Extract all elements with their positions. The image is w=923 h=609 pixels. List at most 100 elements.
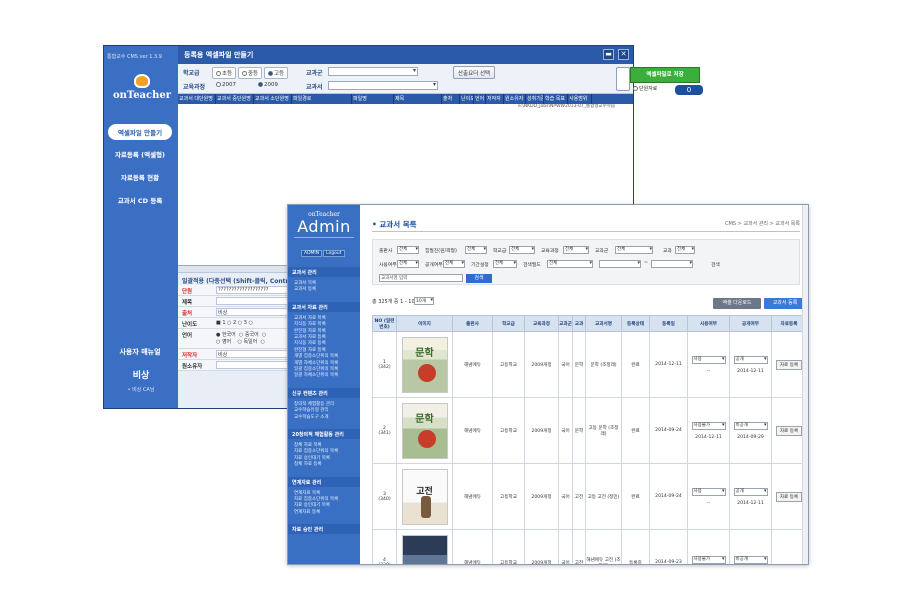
radio-2007[interactable]: 2007	[216, 82, 236, 88]
table-row[interactable]: 4 (339) 해냄에듀고등학교2009개정국어고전해냄에듀 고전 (조정래)등록…	[372, 529, 807, 564]
nav-textbook-cd[interactable]: 교과서 CD 등록	[108, 192, 172, 208]
author-field[interactable]: 비상	[216, 350, 296, 358]
sidebar-item[interactable]: 교과서 목록	[294, 280, 316, 286]
col-date[interactable]: 등록일	[649, 315, 688, 332]
sidebar-item[interactable]: 일괄 집중소단위의 목록	[294, 366, 338, 372]
school-level-select[interactable]: 전체	[509, 246, 535, 254]
col-group[interactable]: 교과군	[558, 315, 573, 332]
minimize-icon[interactable]: ▬	[603, 49, 614, 60]
sidebar-item[interactable]: 자료 집중소단위의 목록	[294, 496, 338, 502]
sidebar-item[interactable]: 교과서 자료 등록	[294, 334, 326, 340]
grid-col[interactable]: 제목	[394, 94, 442, 104]
sidebar-item[interactable]: 연계자료 등록	[294, 509, 320, 515]
nav-excel-file[interactable]: 엑셀파일 만들기	[108, 124, 172, 140]
open-select[interactable]: 비공개	[733, 556, 768, 564]
vertical-scrollbar[interactable]	[802, 205, 808, 564]
close-icon[interactable]: ✕	[618, 49, 629, 60]
start-date-input[interactable]	[599, 260, 641, 268]
grid-col[interactable]: 사용범위	[568, 94, 592, 104]
end-date-input[interactable]	[651, 260, 693, 268]
sidebar-section[interactable]: 신규 컨텐츠 관리	[288, 387, 360, 398]
grid-col[interactable]: 파일경로	[292, 94, 352, 104]
grid-col[interactable]: 출처	[442, 94, 460, 104]
user-manual-link[interactable]: 사용자 매뉴얼	[108, 347, 172, 357]
col-subject[interactable]: 교과	[572, 315, 586, 332]
grid-col[interactable]: 교과서 대단원명	[178, 94, 216, 104]
cover-image[interactable]	[396, 529, 453, 564]
logout-button[interactable]: Logout	[323, 250, 345, 257]
grid-col[interactable]: 교과서 중단원명	[216, 94, 254, 104]
radio-elementary[interactable]: 초등	[212, 67, 237, 79]
textbook-search-input[interactable]: 교과서명 입력	[379, 274, 463, 282]
subject-group-filter[interactable]: 전체	[615, 246, 653, 254]
cover-image[interactable]: 문학	[396, 397, 453, 464]
unit-field[interactable]: ???????????????????	[216, 286, 296, 294]
cover-image[interactable]: 문학	[396, 331, 453, 398]
use-select[interactable]: 사용	[691, 355, 726, 364]
col-name[interactable]: 교과서명	[585, 315, 622, 332]
curriculum-select[interactable]: 전체	[563, 246, 589, 254]
sidebar-item[interactable]: 완진형 자료 목록	[294, 328, 326, 334]
grid-col[interactable]: 파일명	[352, 94, 394, 104]
sidebar-item[interactable]: 교과서 자료 목록	[294, 315, 326, 321]
author-type-select[interactable]: 전체	[465, 246, 487, 254]
sidebar-section[interactable]: 교과서 관리	[288, 267, 360, 277]
sidebar-section[interactable]: 교과서 자료 관리	[288, 301, 360, 312]
radio-middle[interactable]: 중등	[238, 67, 263, 79]
open-select[interactable]: 비공개	[733, 421, 768, 430]
cover-image[interactable]: 고전	[396, 463, 453, 530]
grid-col[interactable]: 성취기준	[526, 94, 544, 104]
sidebar-item[interactable]: 교수학습유형 관리	[294, 407, 329, 413]
sidebar-item[interactable]: 완진형 자료 등록	[294, 347, 326, 353]
difficulty-radios[interactable]: ■ 1 ○ 2 ○ 3 ○	[216, 320, 253, 326]
grid-col[interactable]: 학습 목표	[544, 94, 568, 104]
sidebar-section[interactable]: 연계자료 관리	[288, 476, 360, 487]
period-select[interactable]: 전체	[493, 260, 517, 268]
sidebar-section[interactable]: 20창의적 체험활동 관리	[288, 429, 360, 439]
source-field[interactable]: 비상	[216, 308, 296, 316]
use-status-select[interactable]: 전체	[397, 260, 419, 268]
save-excel-button[interactable]: 엑셀파일로 저장	[630, 67, 700, 83]
col-school[interactable]: 학교급	[492, 315, 525, 332]
nav-register-status[interactable]: 자료등록 현황	[108, 169, 172, 185]
sidebar-item[interactable]: 창의적 체험활동 관리	[294, 401, 334, 407]
register-textbook-button[interactable]: 교과서 등록	[764, 298, 806, 309]
owner-field[interactable]	[216, 361, 296, 369]
sidebar-item[interactable]: 지식동 자료 등록	[294, 340, 326, 346]
register-material-button[interactable]: 자료 등록	[775, 359, 803, 370]
register-material-button[interactable]: 자료 등록	[775, 491, 803, 502]
sidebar-item[interactable]: 일괄 자체소단위의 목록	[294, 372, 338, 378]
sidebar-section[interactable]: 자료 승인 관리	[288, 524, 360, 535]
use-select[interactable]: 사용불가	[691, 556, 726, 564]
sidebar-item[interactable]: 교수학습도구 소개	[294, 414, 329, 420]
single-unit-checkbox[interactable]: 단원자료	[633, 85, 657, 92]
nav-register-excel[interactable]: 자료등록 (엑셀형)	[108, 146, 172, 162]
sidebar-item[interactable]: 자료 승인대기 목록	[294, 455, 330, 461]
use-select[interactable]: 사용불가	[691, 421, 726, 430]
sidebar-item[interactable]: 개별 자체소단위의 목록	[294, 360, 338, 366]
open-select[interactable]: 공개	[733, 355, 768, 364]
subject-group-select[interactable]	[328, 67, 418, 76]
row-name[interactable]: 문학 (조정래)	[585, 331, 622, 398]
sidebar-item[interactable]: 연계자료 목록	[294, 490, 320, 496]
table-row[interactable]: 3 (340) 고전 해냄에듀 고등학교 2009개정 국어 고전 고등 고전 (정민) 완료 2…	[372, 463, 807, 530]
grid-col[interactable]: 언어	[474, 94, 486, 104]
per-page-select[interactable]: 10개	[414, 297, 434, 305]
grid-col[interactable]: 저작자	[486, 94, 504, 104]
col-publisher[interactable]: 출판사	[452, 315, 493, 332]
row-name[interactable]: 고등 고전 (정민)	[585, 463, 622, 530]
select-folder-button[interactable]: 산출요더 선택	[453, 66, 496, 79]
sidebar-item[interactable]: 지식동 자료 목록	[294, 321, 326, 327]
open-select[interactable]: 공개	[733, 487, 768, 496]
register-material-button[interactable]: 자료 등록	[775, 425, 803, 436]
grid-col[interactable]: 교과서 소단원명	[254, 94, 292, 104]
radio-2009[interactable]: 2009	[258, 82, 278, 88]
table-row[interactable]: 1 (342) 문학 해냄에듀 고등학교 2009개정 국어 문학 문학 (조정래) 완료 201…	[372, 331, 807, 398]
language-radios[interactable]: ● 한국어 ○ 중국어 ○ ○ 영어 ○ 독일어 ○	[216, 331, 266, 345]
radio-high[interactable]: 고등	[264, 67, 289, 79]
excel-download-button[interactable]: 엑셀 다운로드	[713, 298, 761, 309]
sidebar-item[interactable]: 자료 승인대기 목록	[294, 502, 330, 508]
use-select[interactable]: 사용	[691, 487, 726, 496]
search-button[interactable]: 검색	[466, 274, 492, 283]
col-status[interactable]: 등록상태	[621, 315, 650, 332]
